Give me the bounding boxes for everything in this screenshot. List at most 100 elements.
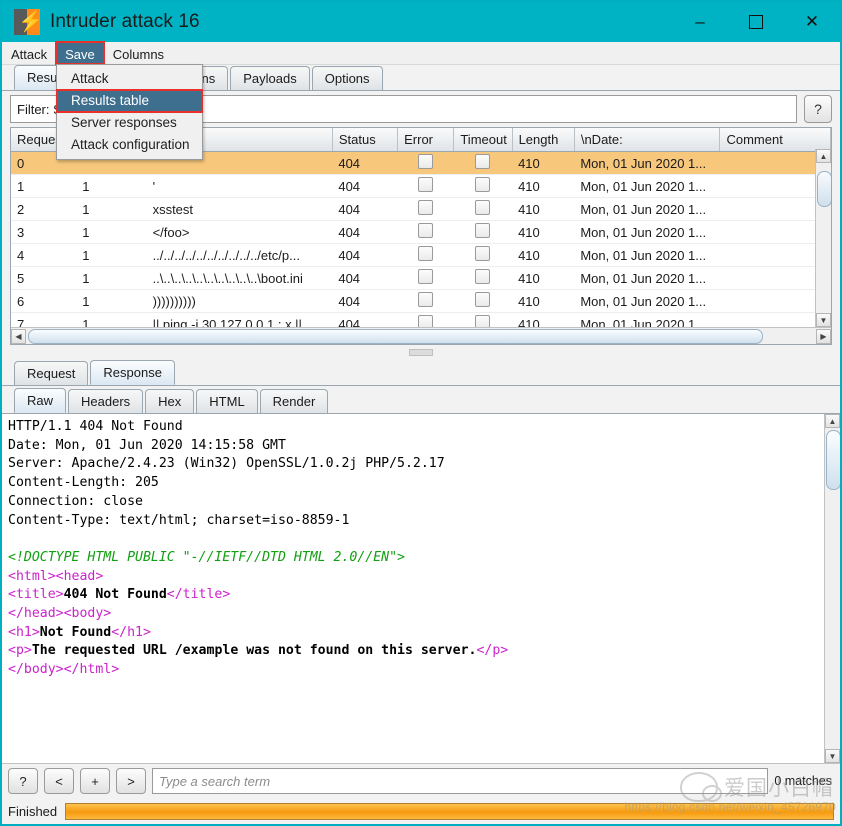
cell-error [397, 289, 454, 313]
cell-status: 404 [332, 151, 398, 175]
window-controls: – ✕ [672, 2, 840, 42]
cell-request: 4 [11, 243, 77, 267]
scroll-down-arrow-icon[interactable]: ▼ [816, 313, 831, 327]
scroll-left-arrow-icon[interactable]: ◀ [11, 328, 26, 344]
tab-raw[interactable]: Raw [14, 388, 67, 413]
response-vertical-scrollbar[interactable]: ▲ ▼ [824, 414, 840, 763]
cell-request: 5 [11, 266, 77, 290]
cell-error [397, 174, 454, 198]
close-button[interactable]: ✕ [784, 2, 840, 42]
tab-html[interactable]: HTML [196, 389, 258, 413]
minimize-button[interactable]: – [672, 2, 728, 42]
vertical-scroll-thumb[interactable] [817, 171, 831, 207]
menu-attack[interactable]: Attack [2, 42, 56, 64]
search-next-button[interactable]: > [116, 768, 146, 794]
col-header-date[interactable]: \nDate: [574, 128, 721, 152]
response-raw-viewer[interactable]: HTTP/1.1 404 Not Found Date: Mon, 01 Jun… [2, 414, 840, 764]
col-header-status[interactable]: Status [332, 128, 399, 152]
search-help-button[interactable]: ? [8, 768, 38, 794]
menu-item-server-responses[interactable]: Server responses [57, 112, 202, 134]
tab-hex[interactable]: Hex [145, 389, 195, 413]
table-row[interactable]: 5 1 ..\..\..\..\..\..\..\..\..\..\boot.ini… [11, 266, 831, 290]
response-scroll-up-arrow-icon[interactable]: ▲ [825, 414, 840, 428]
cell-timeout [453, 289, 513, 313]
cell-date: Mon, 01 Jun 2020 1... [574, 312, 720, 327]
horizontal-scroll-thumb[interactable] [28, 329, 763, 344]
table-row[interactable]: 3 1 </foo> 404 410 Mon, 01 Jun 2020 1... [11, 220, 831, 244]
error-checkbox[interactable] [418, 269, 434, 284]
search-input[interactable]: Type a search term [152, 768, 769, 794]
status-bar: Finished [2, 798, 840, 824]
tab-headers[interactable]: Headers [68, 389, 144, 413]
tab-payloads[interactable]: Payloads [230, 66, 310, 90]
cell-payload-index: 1 [76, 266, 147, 290]
timeout-checkbox[interactable] [475, 177, 491, 192]
error-checkbox[interactable] [418, 177, 434, 192]
error-checkbox[interactable] [418, 154, 434, 169]
cell-payload: ' [146, 174, 333, 198]
cell-request: 7 [11, 312, 77, 327]
cell-error [397, 243, 454, 267]
scroll-right-arrow-icon[interactable]: ▶ [816, 328, 831, 344]
error-checkbox[interactable] [418, 200, 434, 215]
filter-help-button[interactable]: ? [804, 95, 832, 123]
tab-options[interactable]: Options [311, 66, 383, 90]
table-row[interactable]: 4 1 ../../../../../../../../../../etc/p...… [11, 243, 831, 267]
timeout-checkbox[interactable] [475, 315, 491, 327]
cell-error [397, 312, 454, 327]
error-checkbox[interactable] [418, 315, 434, 327]
timeout-checkbox[interactable] [475, 292, 491, 307]
tab-render[interactable]: Render [259, 389, 329, 413]
col-header-length[interactable]: Length [512, 128, 575, 152]
window-title: Intruder attack 16 [50, 11, 200, 32]
maximize-button[interactable] [728, 2, 784, 42]
results-vertical-scrollbar[interactable]: ▲ ▼ [815, 149, 831, 327]
error-checkbox[interactable] [418, 246, 434, 261]
col-header-timeout[interactable]: Timeout [453, 128, 513, 152]
cell-comment [719, 197, 831, 221]
tab-response[interactable]: Response [90, 360, 175, 385]
cell-request: 1 [11, 174, 77, 198]
menu-item-attack-configuration[interactable]: Attack configuration [57, 134, 202, 156]
cell-date: Mon, 01 Jun 2020 1... [574, 266, 720, 290]
timeout-checkbox[interactable] [475, 154, 491, 169]
table-row[interactable]: 7 1 || ping -i 30 127.0.0.1 ; x ||... 404 41… [11, 312, 831, 327]
scroll-up-arrow-icon[interactable]: ▲ [816, 149, 831, 163]
save-dropdown-menu: Attack Results table Server responses At… [56, 64, 203, 160]
cell-timeout [453, 174, 513, 198]
table-row[interactable]: 6 1)))))))))) 404 410 Mon, 01 Jun 2020 1... [11, 289, 831, 313]
search-add-button[interactable]: + [80, 768, 110, 794]
cell-timeout [453, 220, 513, 244]
cell-length: 410 [512, 266, 575, 290]
table-row[interactable]: 1 1 ' 404 410 Mon, 01 Jun 2020 1... [11, 174, 831, 198]
search-prev-button[interactable]: < [44, 768, 74, 794]
error-checkbox[interactable] [418, 223, 434, 238]
menu-save[interactable]: Save [55, 41, 105, 65]
panel-splitter[interactable] [2, 345, 840, 359]
menu-columns[interactable]: Columns [104, 42, 173, 64]
attack-progress-fill [66, 803, 833, 819]
cell-date: Mon, 01 Jun 2020 1... [574, 220, 720, 244]
results-horizontal-scrollbar[interactable]: ◀ ▶ [11, 327, 831, 344]
cell-status: 404 [332, 266, 398, 290]
cell-error [397, 197, 454, 221]
menu-item-results-table[interactable]: Results table [56, 89, 203, 113]
response-scroll-thumb[interactable] [826, 430, 840, 490]
response-scroll-down-arrow-icon[interactable]: ▼ [825, 749, 840, 763]
col-header-error[interactable]: Error [397, 128, 455, 152]
menu-item-attack[interactable]: Attack [57, 68, 202, 90]
view-tab-row: Raw Headers Hex HTML Render [2, 386, 840, 414]
cell-status: 404 [332, 312, 398, 327]
cell-length: 410 [512, 312, 575, 327]
results-table-body: 0 404 410 Mon, 01 Jun 2020 1... 1 1 ' 404 410 Mon… [11, 151, 831, 327]
timeout-checkbox[interactable] [475, 223, 491, 238]
error-checkbox[interactable] [418, 292, 434, 307]
timeout-checkbox[interactable] [475, 200, 491, 215]
col-header-comment[interactable]: Comment [719, 128, 831, 152]
timeout-checkbox[interactable] [475, 269, 491, 284]
cell-length: 410 [512, 220, 575, 244]
timeout-checkbox[interactable] [475, 246, 491, 261]
tab-request[interactable]: Request [14, 361, 89, 385]
burp-suite-icon: ⚡ [14, 9, 43, 35]
table-row[interactable]: 2 1 xsstest 404 410 Mon, 01 Jun 2020 1... [11, 197, 831, 221]
